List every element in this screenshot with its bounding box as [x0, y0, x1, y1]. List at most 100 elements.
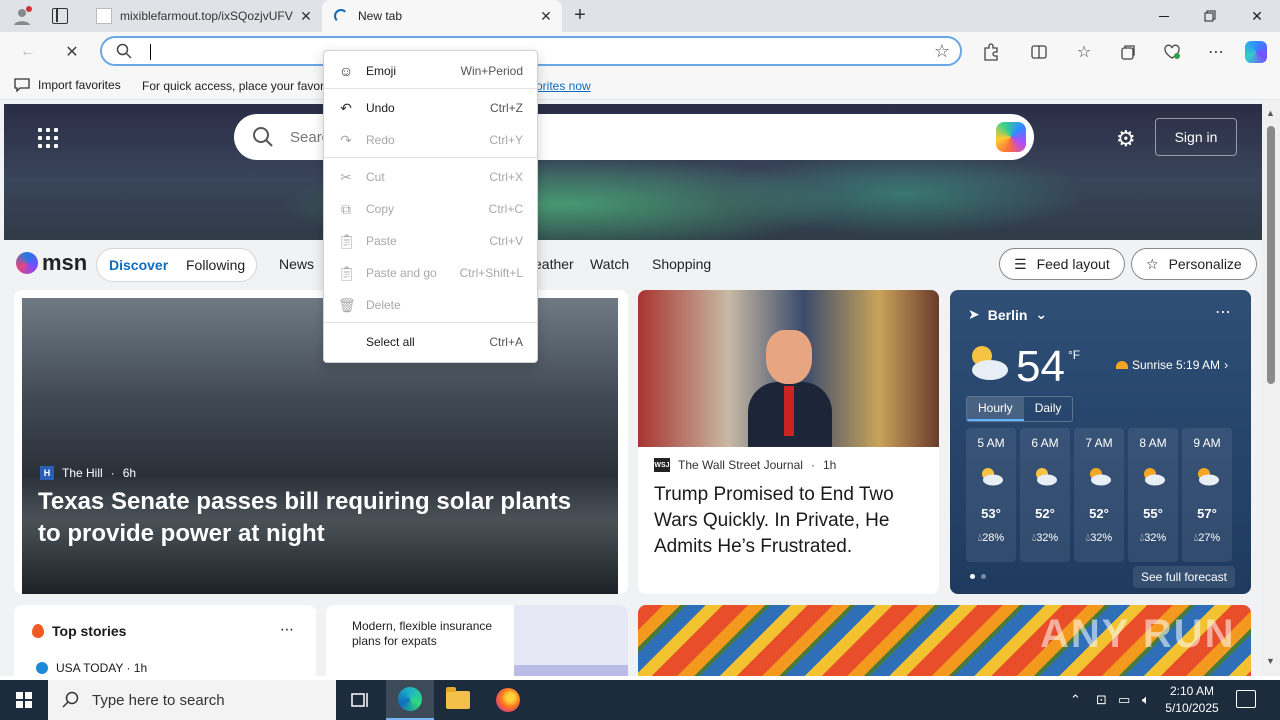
tab-discover[interactable]: Discover	[109, 257, 168, 273]
see-full-forecast-link[interactable]: See full forecast	[1132, 566, 1235, 588]
copilot-icon[interactable]	[1244, 40, 1268, 64]
task-view-button[interactable]	[336, 680, 384, 720]
tab-daily[interactable]: Daily	[1024, 397, 1073, 421]
favorites-icon[interactable]: ☆	[1072, 40, 1096, 64]
top-stories-card[interactable]: Top stories ⋯ USA TODAY · 1h	[14, 605, 316, 676]
split-screen-icon[interactable]	[1027, 40, 1051, 64]
story-card[interactable]: WSJ The Wall Street Journal · 1h Trump P…	[638, 290, 939, 594]
sunrise-text: Sunrise 5:19 AM	[1132, 358, 1221, 372]
sunrise-info[interactable]: Sunrise 5:19 AM ›	[1116, 358, 1228, 372]
feed-layout-button[interactable]: ☰ Feed layout	[999, 248, 1125, 280]
hour-forecast[interactable]: 6 AM 52° 💧︎32%	[1020, 428, 1070, 562]
hour-forecast[interactable]: 9 AM 57° 💧︎27%	[1182, 428, 1232, 562]
copilot-logo-icon[interactable]	[996, 122, 1026, 152]
back-arrow-icon[interactable]: ←	[16, 40, 40, 64]
profile-icon[interactable]	[12, 6, 32, 26]
page-favicon-icon	[96, 8, 112, 24]
nav-shopping[interactable]: Shopping	[652, 256, 711, 272]
weather-card[interactable]: ➤ Berlin ⌄ ⋯ 54 °F Sunrise 5:19 AM › Hou…	[950, 290, 1251, 594]
page-scrollbar[interactable]: ▲ ▼	[1262, 100, 1280, 676]
hour-forecast[interactable]: 5 AM 53° 💧︎28%	[966, 428, 1016, 562]
menu-item-undo[interactable]: ↶ Undo Ctrl+Z	[324, 93, 537, 123]
sign-in-button[interactable]: Sign in	[1155, 118, 1237, 156]
tab-title: New tab	[358, 9, 403, 23]
performance-heart-icon[interactable]	[1160, 40, 1184, 64]
tab-close-icon[interactable]: ✕	[534, 4, 558, 28]
scroll-down-icon[interactable]: ▼	[1266, 656, 1275, 666]
favorite-star-icon[interactable]: ☆	[934, 41, 950, 62]
settings-gear-icon[interactable]: ⚙	[1116, 126, 1136, 152]
menu-item-emoji[interactable]: ☺ Emoji Win+Period	[324, 56, 537, 86]
windows-logo-icon	[16, 692, 32, 708]
network-icon[interactable]: ▭	[1118, 680, 1130, 720]
nav-weather[interactable]: eather	[534, 256, 574, 272]
top-stories-heading: Top stories	[32, 623, 126, 639]
scroll-up-icon[interactable]: ▲	[1266, 108, 1275, 118]
menu-item-label: Undo	[366, 101, 395, 115]
msn-logo[interactable]: msn	[16, 250, 87, 276]
restore-icon[interactable]	[1187, 0, 1233, 32]
menu-item-select-all[interactable]: Select all Ctrl+A	[324, 327, 537, 357]
edge-taskbar-button[interactable]	[386, 680, 434, 720]
wsj-logo: WSJ	[654, 458, 670, 472]
hour-temperature: 53°	[981, 506, 1001, 521]
more-options-icon[interactable]: ⋯	[280, 621, 294, 638]
extensions-icon[interactable]	[979, 40, 1003, 64]
settings-more-icon[interactable]: ⋯	[1204, 40, 1228, 64]
menu-separator	[324, 157, 537, 158]
hour-time: 8 AM	[1139, 436, 1167, 450]
hour-temperature: 57°	[1197, 506, 1217, 521]
menu-item-shortcut: Ctrl+Z	[490, 101, 523, 115]
tab-actions-icon[interactable]	[52, 8, 68, 24]
nav-news[interactable]: News	[279, 256, 314, 272]
taskbar-search[interactable]: Type here to search	[48, 680, 336, 720]
favorites-bar: Import favorites For quick access, place…	[0, 72, 1280, 100]
temperature-unit[interactable]: °F	[1068, 348, 1080, 362]
tab-new-tab[interactable]: New tab ✕	[322, 0, 562, 32]
tab-mixiblefarmout[interactable]: mixiblefarmout.top/ixSQozjvUFV ✕	[84, 0, 322, 32]
chevron-right-icon: ›	[1224, 358, 1229, 372]
hour-forecast[interactable]: 8 AM 55° 💧︎32%	[1128, 428, 1178, 562]
tab-hourly[interactable]: Hourly	[967, 397, 1024, 421]
show-hidden-icons[interactable]: ⌃	[1070, 680, 1081, 720]
current-temperature: 54	[1016, 342, 1065, 391]
ad-card[interactable]: Modern, flexible insurance plans for exp…	[326, 605, 628, 676]
sparkle-star-icon: ☆	[1146, 255, 1159, 272]
usa-today-logo	[36, 662, 48, 674]
app-launcher-icon[interactable]	[38, 128, 58, 148]
top-stories-title: Top stories	[52, 623, 127, 639]
scrollbar-thumb[interactable]	[1267, 126, 1275, 384]
close-window-icon[interactable]: ✕	[1234, 0, 1280, 32]
personalize-button[interactable]: ☆ Personalize	[1131, 248, 1257, 280]
new-tab-plus-icon[interactable]: +	[568, 4, 592, 28]
menu-item-paste-and-go: 📋︎ Paste and go Ctrl+Shift+L	[324, 258, 537, 288]
system-clock[interactable]: 2:10 AM 5/10/2025	[1158, 683, 1226, 717]
network-drive-icon[interactable]: ⊡	[1096, 680, 1107, 720]
emoji-icon: ☺	[338, 63, 354, 79]
nav-watch[interactable]: Watch	[590, 256, 629, 272]
file-explorer-button[interactable]	[434, 680, 482, 720]
minimize-icon[interactable]	[1141, 0, 1187, 32]
source-name: The Wall Street Journal	[678, 458, 803, 472]
menu-item-label: Copy	[366, 202, 395, 216]
collections-icon[interactable]	[1116, 40, 1140, 64]
stop-loading-icon[interactable]: ✕	[60, 40, 84, 64]
forecast-tabs: Hourly Daily	[966, 396, 1074, 422]
more-options-icon[interactable]: ⋯	[1215, 302, 1231, 322]
hour-time: 6 AM	[1031, 436, 1059, 450]
precipitation: 💧︎27%	[1193, 532, 1221, 544]
notification-icon[interactable]	[1236, 690, 1256, 708]
story-headline[interactable]: Trump Promised to End Two Wars Quickly. …	[654, 482, 924, 560]
lead-headline[interactable]: Texas Senate passes bill requiring solar…	[38, 486, 598, 550]
weather-location[interactable]: ➤ Berlin ⌄	[968, 306, 1047, 323]
precipitation-value: 32%	[1090, 532, 1113, 544]
import-favorites-button[interactable]: Import favorites	[14, 78, 121, 92]
manage-favorites-link[interactable]: orites now	[536, 79, 591, 93]
tab-close-icon[interactable]: ✕	[294, 4, 318, 28]
start-button[interactable]	[0, 680, 48, 720]
menu-item-shortcut: Ctrl+C	[488, 202, 523, 216]
firefox-button[interactable]	[484, 680, 532, 720]
tab-following[interactable]: Following	[186, 257, 245, 273]
volume-icon[interactable]: 🔈︎	[1142, 680, 1150, 720]
hour-forecast[interactable]: 7 AM 52° 💧︎32%	[1074, 428, 1124, 562]
